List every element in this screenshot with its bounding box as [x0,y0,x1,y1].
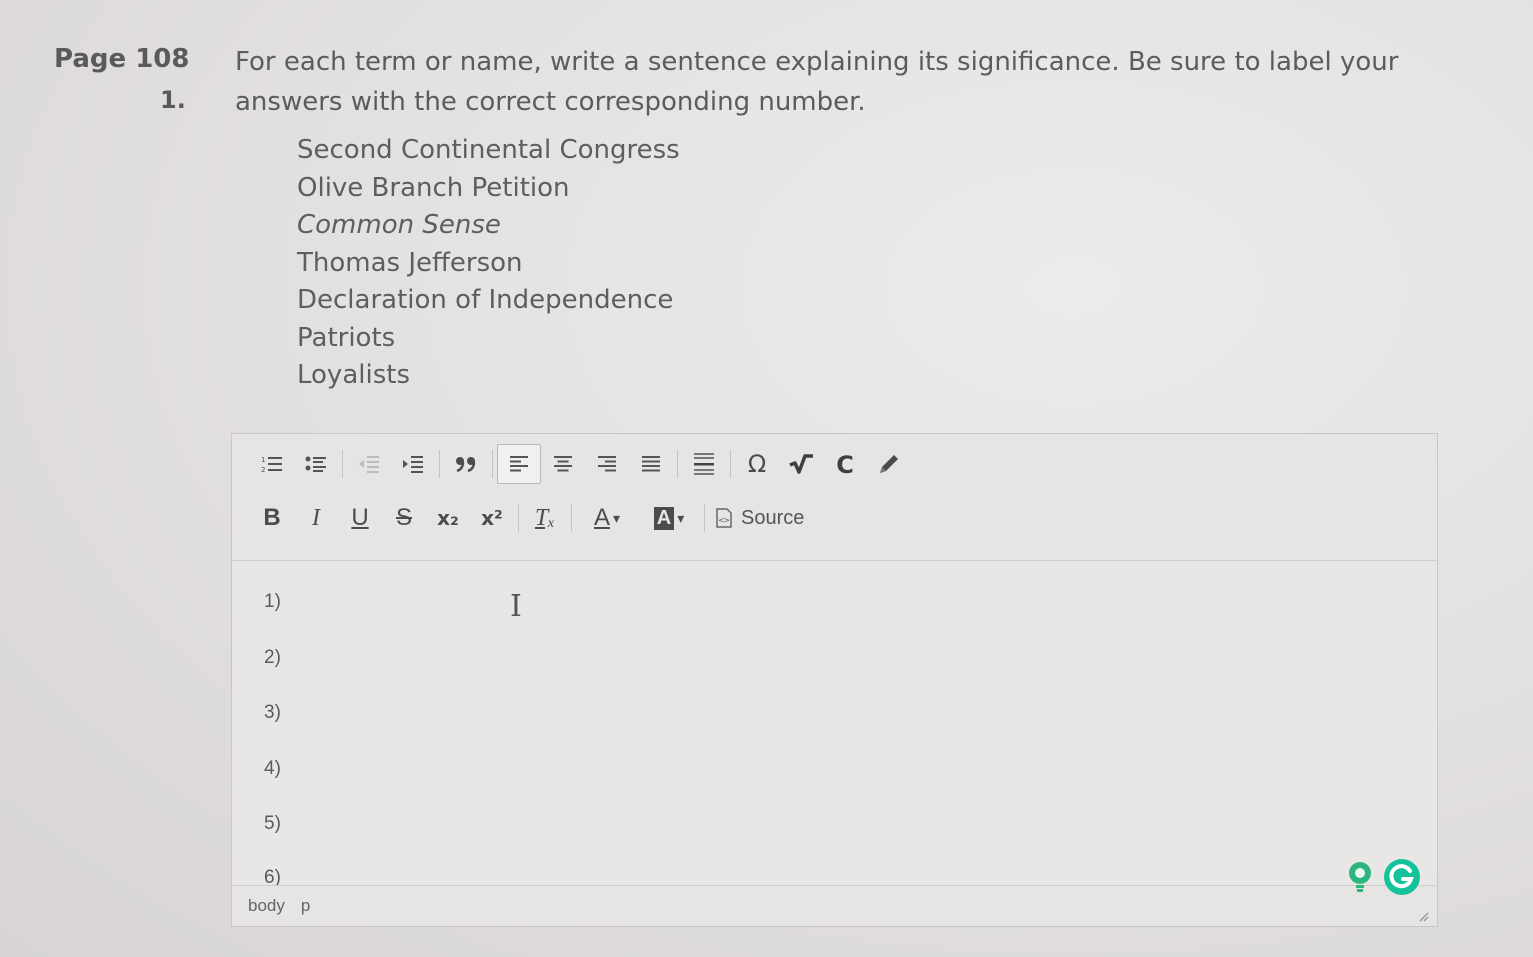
bulleted-list-button[interactable] [294,444,338,484]
editor-toolbar: 12 Ω C B I U S x₂ x² Tₓ A ▾ A ▾ <> Sourc… [232,434,1437,561]
strikethrough-icon: S [395,504,412,531]
term-item: Patriots [297,322,396,353]
remove-format-button[interactable]: Tₓ [523,498,567,538]
term-item: Common Sense [297,210,501,240]
c-icon: C [836,452,854,476]
svg-text:<>: <> [719,516,730,526]
svg-text:Ω: Ω [748,452,766,476]
strikethrough-button[interactable]: S [382,498,426,538]
underline-button[interactable]: U [338,498,382,538]
justify-button[interactable] [629,444,673,484]
blockquote-button[interactable] [444,444,488,484]
background-color-icon: A [653,506,675,530]
text-color-button[interactable]: A ▾ [576,498,638,538]
text-color-icon: A [593,504,610,531]
editor-status-bar: body p [232,885,1437,926]
terms-list: Second Continental Congress Olive Branch… [297,132,680,395]
toolbar-separator [342,450,343,478]
answer-line[interactable]: 1) [264,591,281,613]
term-item: Declaration of Independence [297,285,674,315]
toolbar-row-1: 12 Ω C [250,444,911,484]
increase-indent-button[interactable] [391,444,435,484]
element-path-p[interactable]: p [301,896,310,916]
horizontal-rule-button[interactable] [682,444,726,484]
superscript-button[interactable]: x² [470,498,514,538]
background-color-button[interactable]: A ▾ [638,498,700,538]
blockquote-icon [456,457,476,473]
bulleted-list-icon [305,456,326,472]
align-center-button[interactable] [541,444,585,484]
special-character-icon: Ω [748,452,766,476]
toolbar-separator [730,450,731,478]
numbered-list-icon: 12 [261,456,282,474]
rich-text-editor: 12 Ω C B I U S x₂ x² Tₓ A ▾ A ▾ <> Sourc… [231,433,1438,927]
increase-indent-icon [403,456,423,473]
source-button[interactable]: <> Source [709,498,810,538]
answer-line[interactable]: 4) [264,758,281,780]
math-root-button[interactable] [779,444,823,484]
align-left-button[interactable] [497,444,541,484]
bold-icon: B [263,504,281,531]
subscript-button[interactable]: x₂ [426,498,470,538]
source-label: Source [741,506,805,529]
element-path-body[interactable]: body [248,896,285,916]
toolbar-separator [677,450,678,478]
align-center-icon [554,456,572,472]
toolbar-separator [492,450,493,478]
draw-button[interactable] [867,444,911,484]
italic-button[interactable]: I [294,498,338,538]
question-number: 1. [160,86,186,114]
subscript-icon: x₂ [437,506,459,530]
grammarly-badges [1345,858,1421,896]
question-page-label: Page 108 [54,44,190,74]
c-button[interactable]: C [823,444,867,484]
svg-text:C: C [836,452,854,476]
dropdown-arrow-icon: ▾ [677,509,685,526]
source-icon: <> [716,508,732,528]
bold-button[interactable]: B [250,498,294,538]
svg-text:2: 2 [261,466,265,474]
toolbar-row-2: B I U S x₂ x² Tₓ A ▾ A ▾ <> Source [250,498,810,538]
dropdown-arrow-icon: ▾ [612,509,621,526]
term-item: Second Continental Congress [297,135,680,165]
underline-icon: U [351,504,369,531]
answer-line[interactable]: 6) [264,867,281,885]
toolbar-separator [704,504,705,532]
numbered-list-button[interactable]: 12 [250,444,294,484]
decrease-indent-button[interactable] [347,444,391,484]
horizontal-rule-icon [694,453,714,475]
math-root-icon [789,454,813,474]
editor-content-area[interactable]: 1) 2) 3) 4) 5) 6) I [232,561,1437,885]
svg-text:1: 1 [261,456,265,464]
term-item: Olive Branch Petition [297,172,570,203]
toolbar-separator [518,504,519,532]
question-prompt: For each term or name, write a sentence … [235,47,1399,117]
lightbulb-icon[interactable] [1345,860,1375,894]
pencil-icon [880,455,898,473]
align-left-icon [510,456,528,472]
answer-line[interactable]: 5) [264,813,281,835]
justify-icon [642,456,660,472]
italic-icon: I [312,504,320,531]
toolbar-separator [439,450,440,478]
decrease-indent-icon [359,456,379,473]
term-item: Loyalists [297,360,410,390]
answer-line[interactable]: 3) [264,702,281,724]
remove-format-icon: Tₓ [534,504,556,531]
toolbar-separator [571,504,572,532]
align-right-icon [598,456,616,472]
grammarly-icon[interactable] [1383,858,1421,896]
answer-line[interactable]: 2) [264,647,281,669]
superscript-icon: x² [481,506,503,530]
special-character-button[interactable]: Ω [735,444,779,484]
term-item: Thomas Jefferson [297,247,523,278]
resize-handle-icon[interactable] [1417,910,1429,922]
align-right-button[interactable] [585,444,629,484]
text-cursor-icon: I [510,589,522,624]
